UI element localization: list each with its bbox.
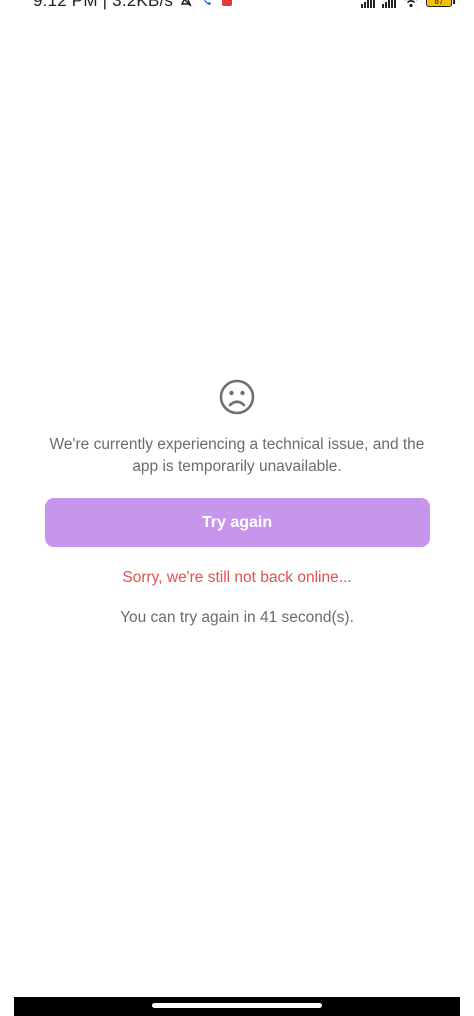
home-indicator[interactable]	[152, 1003, 322, 1008]
status-right: 87	[361, 0, 455, 8]
notification-icon	[222, 0, 233, 6]
sad-face-icon	[219, 379, 255, 415]
signal-icon	[382, 0, 396, 8]
wifi-icon	[405, 0, 417, 8]
status-bar: 9:12 PM | 3.2KB/s 87	[0, 0, 474, 12]
offline-status-text: Sorry, we're still not back online...	[122, 569, 352, 586]
error-content: We're currently experiencing a technical…	[0, 378, 474, 627]
signal-icon	[361, 0, 375, 8]
call-icon	[204, 0, 212, 5]
status-left: 9:12 PM | 3.2KB/s	[33, 0, 233, 11]
battery-level: 87	[434, 0, 444, 6]
mute-icon	[180, 0, 192, 7]
retry-countdown-text: You can try again in 41 second(s).	[120, 609, 354, 626]
error-message: We're currently experiencing a technical…	[49, 436, 425, 475]
navigation-bar	[14, 997, 460, 1016]
status-icons-left	[179, 0, 233, 8]
try-again-button[interactable]: Try again	[44, 498, 430, 547]
status-time: 9:12 PM | 3.2KB/s	[33, 0, 174, 10]
app-screen: 9:12 PM | 3.2KB/s 87 We're currently exp…	[0, 0, 474, 1016]
battery-icon: 87	[426, 0, 455, 7]
